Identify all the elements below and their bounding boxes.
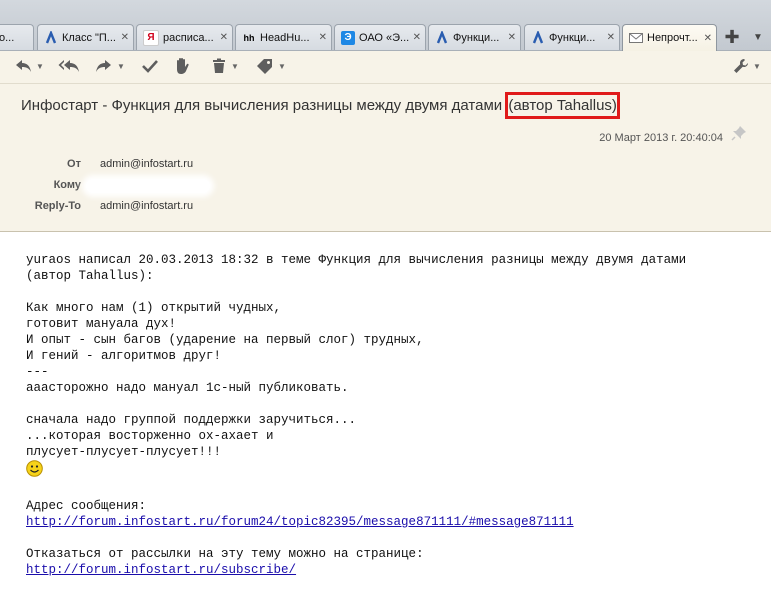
message-address-label: Адрес сообщения:	[26, 499, 147, 513]
to-value-redacted	[86, 179, 210, 193]
header-row-from: От admin@infostart.ru	[0, 158, 771, 176]
infostart-logo-icon	[531, 30, 545, 45]
message-address-link[interactable]: http://forum.infostart.ru/forum24/topic8…	[26, 515, 574, 529]
tab-4[interactable]: Э ОАО «Э... ✕	[334, 24, 426, 50]
tab-6[interactable]: Функци... ✕	[524, 24, 620, 50]
checkmark-icon	[142, 58, 158, 76]
to-label: Кому	[53, 179, 81, 191]
junk-button[interactable]	[172, 56, 192, 78]
mark-read-button[interactable]	[140, 56, 160, 78]
body-line: ...которая восторженно ох-ахает и	[26, 429, 274, 443]
reply-icon	[14, 58, 32, 77]
close-icon[interactable]: ✕	[319, 32, 327, 43]
tab-label: расписа...	[163, 31, 214, 44]
smiley-icon	[26, 460, 43, 477]
body-line: Как много нам (1) открытий чудных,	[26, 301, 282, 315]
tab-bar: о... Класс "П... ✕ Я расписа... ✕ hh Hea…	[0, 0, 771, 51]
tab-label: Непрочт...	[647, 32, 698, 44]
yandex-logo-icon: Я	[143, 29, 159, 46]
header-row-replyto: Reply-To admin@infostart.ru	[0, 200, 771, 218]
envelope-icon	[629, 31, 643, 45]
tab-2[interactable]: Я расписа... ✕	[136, 24, 233, 50]
subject-author-highlight: (автор Tahallus)	[505, 92, 620, 119]
tab-label: HeadHu...	[260, 31, 310, 44]
hand-stop-icon	[174, 57, 190, 78]
close-icon[interactable]: ✕	[704, 33, 712, 44]
tab-unread-active[interactable]: Непрочт... ✕	[622, 24, 717, 51]
reply-all-icon	[58, 58, 80, 77]
pin-icon[interactable]	[731, 125, 749, 143]
tag-button[interactable]: ▼	[254, 56, 288, 78]
replyto-value[interactable]: admin@infostart.ru	[100, 200, 193, 212]
body-line: yuraos написал 20.03.2013 18:32 в теме Ф…	[26, 253, 687, 267]
reply-button[interactable]: ▼	[12, 56, 46, 78]
message-header: ▼ ▼ ▼ ▼ ▼ Инфостарт - Функция для вычисл…	[0, 51, 771, 232]
new-tab-plus-icon[interactable]: ✚	[722, 27, 742, 47]
body-line: плусует-плусует-плусует!!!	[26, 445, 222, 459]
unsubscribe-label: Отказаться от рассылки на эту тему можно…	[26, 547, 424, 561]
tab-3[interactable]: hh HeadHu... ✕	[235, 24, 332, 50]
body-line: (автор Tahallus):	[26, 269, 154, 283]
close-icon[interactable]: ✕	[220, 32, 228, 43]
settings-button[interactable]: ▼	[730, 56, 764, 78]
close-icon[interactable]: ✕	[413, 32, 421, 43]
subject-text: Инфостарт - Функция для вычисления разни…	[21, 97, 503, 114]
chevron-down-icon: ▼	[753, 62, 761, 71]
chevron-down-icon: ▼	[231, 62, 239, 71]
close-icon[interactable]: ✕	[607, 32, 615, 43]
message-body: yuraos написал 20.03.2013 18:32 в теме Ф…	[0, 232, 771, 613]
body-line: сначала надо группой поддержки заручитьс…	[26, 413, 357, 427]
tab-5[interactable]: Функци... ✕	[428, 24, 521, 50]
reply-all-button[interactable]	[56, 56, 82, 78]
from-value[interactable]: admin@infostart.ru	[100, 158, 193, 170]
forward-button[interactable]: ▼	[92, 56, 128, 78]
body-line: ааасторожно надо мануал 1с-ный публикова…	[26, 381, 349, 395]
message-toolbar: ▼ ▼ ▼ ▼ ▼	[0, 51, 771, 84]
tab-label: Функци...	[549, 31, 596, 44]
company-logo-icon: Э	[341, 30, 355, 45]
message-subject: Инфостарт - Функция для вычисления разни…	[21, 92, 620, 119]
tab-label: о...	[0, 31, 15, 44]
from-label: От	[67, 158, 81, 170]
delete-button[interactable]: ▼	[208, 56, 242, 78]
chevron-down-icon: ▼	[117, 62, 125, 71]
close-icon[interactable]: ✕	[121, 32, 129, 43]
close-icon[interactable]: ✕	[508, 32, 516, 43]
chevron-down-icon: ▼	[278, 62, 286, 71]
tab-1[interactable]: Класс "П... ✕	[37, 24, 134, 50]
tab-label: Класс "П...	[62, 31, 116, 44]
infostart-logo-icon	[435, 30, 449, 45]
tab-list-dropdown-icon[interactable]: ▼	[749, 27, 767, 47]
body-line: И опыт - сын багов (ударение на первый с…	[26, 333, 424, 347]
chevron-down-icon: ▼	[36, 62, 44, 71]
body-line: И гений - алгоритмов друг!	[26, 349, 222, 363]
replyto-label: Reply-To	[34, 200, 81, 212]
body-line: ---	[26, 365, 49, 379]
tab-0[interactable]: о...	[0, 24, 34, 50]
forward-icon	[95, 58, 113, 77]
message-date: 20 Март 2013 г. 20:40:04	[599, 132, 723, 144]
wrench-icon	[733, 58, 749, 77]
tag-icon	[256, 58, 274, 77]
body-line: готовит мануала дух!	[26, 317, 177, 331]
unsubscribe-link[interactable]: http://forum.infostart.ru/subscribe/	[26, 563, 296, 577]
tab-label: ОАО «Э...	[359, 31, 410, 44]
header-row-to: Кому	[0, 179, 771, 197]
headhunter-logo-icon: hh	[243, 32, 255, 43]
infostart-logo-icon	[44, 30, 58, 45]
tab-label: Функци...	[453, 31, 500, 44]
trash-icon	[211, 58, 227, 77]
